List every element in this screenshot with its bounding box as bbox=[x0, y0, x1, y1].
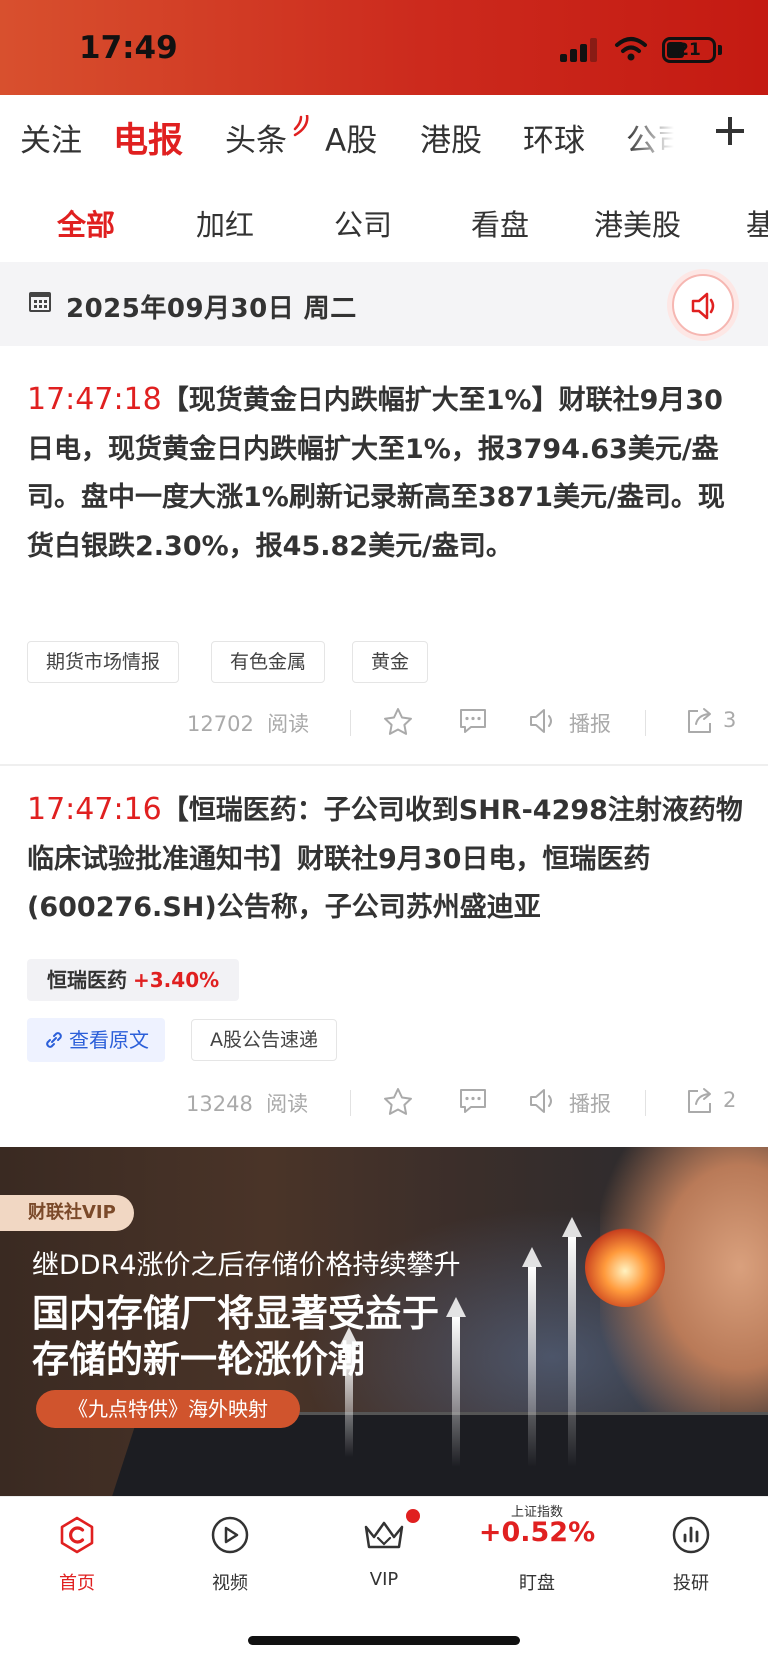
stock-quote-tag[interactable]: 恒瑞医药 +3.40% bbox=[27, 959, 240, 1001]
subtab-hk-us-stocks[interactable]: 港美股 bbox=[594, 202, 681, 244]
status-bar: 17:49 21 bbox=[0, 0, 768, 95]
play-icon bbox=[211, 1516, 249, 1554]
tab-a-shares[interactable]: A股 bbox=[325, 115, 377, 160]
cellular-signal-icon bbox=[560, 38, 600, 62]
banner-headline-2: 存储的新一轮涨价潮 bbox=[32, 1338, 365, 1381]
read-count: 13248 阅读 bbox=[186, 1092, 309, 1116]
growth-arrow-icon bbox=[568, 1237, 576, 1467]
growth-arrow-icon bbox=[528, 1267, 536, 1467]
tab-fade bbox=[626, 95, 686, 175]
battery-tip bbox=[718, 45, 722, 55]
news-item[interactable]: 17:47:16【恒瑞医药：子公司收到SHR-4298注射液药物临床试验批准通知… bbox=[0, 766, 768, 1146]
news-tag[interactable]: A股公告速递 bbox=[191, 1019, 337, 1061]
nav-watch-label: 盯盘 bbox=[519, 1573, 555, 1594]
share-count: 2 bbox=[723, 1088, 737, 1112]
notification-dot bbox=[406, 1509, 420, 1523]
nav-research-label: 投研 bbox=[673, 1573, 709, 1594]
read-count: 12702 阅读 bbox=[187, 712, 310, 736]
home-c-icon bbox=[60, 1516, 94, 1554]
news-actions: 12702 阅读 播报 3 bbox=[0, 702, 768, 742]
separator bbox=[645, 710, 646, 736]
speaker-icon[interactable] bbox=[528, 1086, 558, 1116]
wifi-icon bbox=[615, 37, 647, 61]
growth-arrow-icon bbox=[522, 1247, 542, 1267]
comment-icon[interactable] bbox=[458, 1086, 488, 1116]
nav-video-label: 视频 bbox=[212, 1573, 248, 1594]
news-time: 17:47:16 bbox=[27, 792, 162, 827]
banner-glow-orb bbox=[585, 1227, 665, 1307]
subtab-highlighted[interactable]: 加红 bbox=[196, 202, 254, 244]
broadcast-label[interactable]: 播报 bbox=[569, 1088, 611, 1118]
share-count: 3 bbox=[723, 708, 737, 732]
battery-icon: 21 bbox=[662, 37, 716, 63]
star-icon[interactable] bbox=[382, 1086, 414, 1118]
broadcast-all-button[interactable] bbox=[672, 274, 734, 336]
subtab-market-watch[interactable]: 看盘 bbox=[471, 202, 529, 244]
speaker-icon bbox=[691, 292, 715, 320]
status-time: 17:49 bbox=[79, 30, 178, 66]
date-bar: 2025年09月30日 周二 bbox=[0, 262, 768, 346]
news-tag[interactable]: 期货市场情报 bbox=[27, 641, 180, 683]
speaker-icon[interactable] bbox=[528, 706, 558, 736]
stock-name: 恒瑞医药 bbox=[47, 968, 127, 992]
live-signal-icon bbox=[293, 115, 309, 137]
share-icon[interactable] bbox=[684, 706, 714, 736]
separator bbox=[350, 710, 351, 736]
home-indicator[interactable] bbox=[248, 1636, 520, 1645]
tab-hk-shares[interactable]: 港股 bbox=[420, 115, 482, 160]
tab-global[interactable]: 环球 bbox=[523, 115, 585, 160]
banner-cta-button[interactable]: 《九点特供》海外映射 bbox=[36, 1390, 300, 1428]
stock-change: +3.40% bbox=[133, 968, 220, 992]
link-icon bbox=[46, 1032, 62, 1048]
date-label: 2025年09月30日 周二 bbox=[66, 294, 357, 324]
subtab-all[interactable]: 全部 bbox=[57, 202, 115, 244]
chart-icon bbox=[672, 1516, 710, 1554]
nav-vip-label: VIP bbox=[369, 1569, 399, 1590]
share-icon[interactable] bbox=[684, 1086, 714, 1116]
growth-arrow-icon bbox=[562, 1217, 582, 1237]
news-content: 17:47:18【现货黄金日内跌幅扩大至1%】财联社9月30日电，现货黄金日内跌… bbox=[27, 376, 747, 571]
view-original-link[interactable]: 查看原文 bbox=[27, 1018, 165, 1062]
tab-telegraph[interactable]: 电报 bbox=[113, 112, 309, 163]
news-content: 17:47:16【恒瑞医药：子公司收到SHR-4298注射液药物临床试验批准通知… bbox=[27, 786, 747, 932]
separator bbox=[350, 1090, 351, 1116]
main-tabs: 关注 电报 头条 A股 港股 环球 公司 bbox=[0, 95, 768, 175]
growth-arrow-icon bbox=[446, 1297, 466, 1317]
view-original-label: 查看原文 bbox=[69, 1028, 149, 1052]
news-actions: 13248 阅读 播报 2 bbox=[0, 1082, 768, 1122]
tab-telegraph-label: 电报 bbox=[113, 121, 184, 161]
news-time: 17:47:18 bbox=[27, 382, 162, 417]
sub-tabs: 全部 加红 公司 看盘 港美股 基 bbox=[0, 180, 768, 260]
star-icon[interactable] bbox=[382, 706, 414, 738]
news-tag[interactable]: 有色金属 bbox=[211, 641, 326, 683]
broadcast-label[interactable]: 播报 bbox=[569, 708, 611, 738]
tab-headlines[interactable]: 头条 bbox=[225, 115, 287, 160]
growth-arrow-icon bbox=[452, 1317, 460, 1467]
news-item[interactable]: 17:47:18【现货黄金日内跌幅扩大至1%】财联社9月30日电，现货黄金日内跌… bbox=[0, 346, 768, 766]
subtab-company[interactable]: 公司 bbox=[334, 202, 392, 244]
app-screen: 17:49 21 关注 电报 头条 A股 港股 环球 公司 bbox=[0, 0, 768, 1663]
add-tab-icon[interactable] bbox=[712, 113, 748, 149]
calendar-icon bbox=[29, 292, 51, 312]
index-change: +0.52% bbox=[478, 1517, 596, 1548]
tab-follow[interactable]: 关注 bbox=[20, 115, 82, 160]
vip-badge: 财联社VIP bbox=[0, 1195, 134, 1231]
subtab-fund[interactable]: 基 bbox=[746, 202, 768, 244]
news-tag[interactable]: 黄金 bbox=[352, 641, 429, 683]
nav-home-label: 首页 bbox=[59, 1573, 95, 1594]
banner-subtitle: 继DDR4涨价之后存储价格持续攀升 bbox=[32, 1250, 461, 1281]
promo-banner[interactable]: 财联社VIP 继DDR4涨价之后存储价格持续攀升 国内存储厂将显著受益于 存储的… bbox=[0, 1147, 768, 1496]
comment-icon[interactable] bbox=[458, 706, 488, 736]
separator bbox=[645, 1090, 646, 1116]
crown-icon bbox=[364, 1521, 404, 1549]
battery-level: 21 bbox=[677, 40, 701, 60]
